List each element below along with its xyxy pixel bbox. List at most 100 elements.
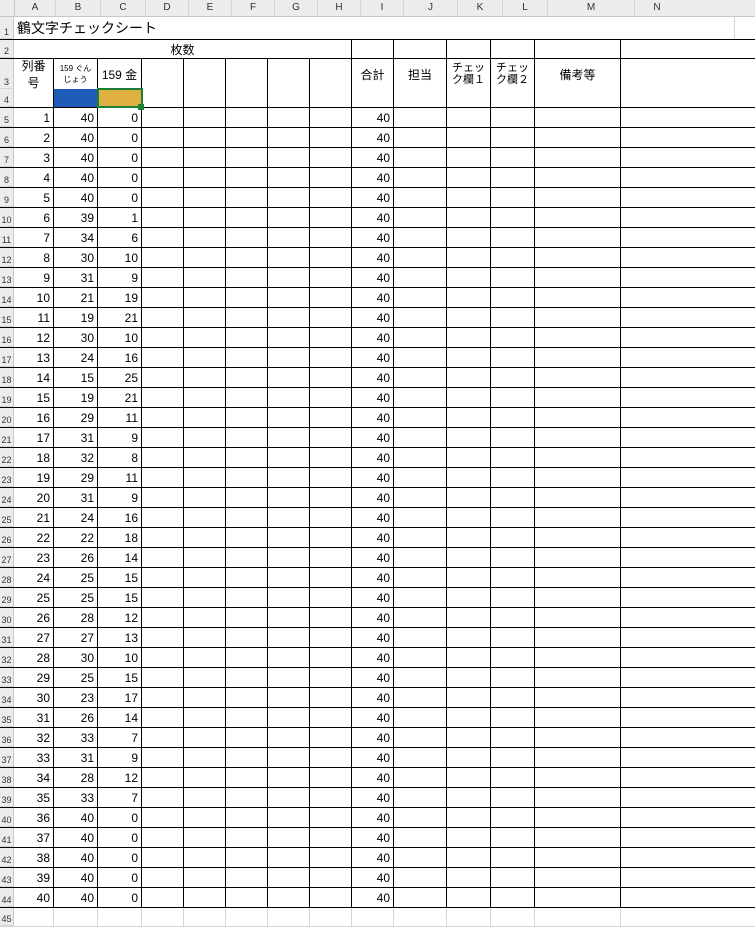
cell-tantou[interactable]	[394, 328, 447, 347]
header-chk2[interactable]: チェック欄２	[491, 59, 535, 89]
cell-chk1[interactable]	[447, 228, 491, 247]
cell-e[interactable]	[184, 588, 226, 607]
cell-bikou[interactable]	[535, 148, 621, 167]
cell-tantou[interactable]	[394, 768, 447, 787]
cell-g[interactable]	[268, 368, 310, 387]
cell-e[interactable]	[184, 528, 226, 547]
h4-E[interactable]	[184, 89, 226, 107]
cell-b[interactable]: 33	[54, 728, 98, 747]
cell-f[interactable]	[226, 708, 268, 727]
h4-H[interactable]	[310, 89, 352, 107]
cell-h[interactable]	[310, 208, 352, 227]
cell-tantou[interactable]	[394, 348, 447, 367]
cell-b[interactable]: 40	[54, 828, 98, 847]
cell-h[interactable]	[310, 648, 352, 667]
cell-chk2[interactable]	[491, 208, 535, 227]
cell-b[interactable]: 24	[54, 348, 98, 367]
cell-g[interactable]	[268, 628, 310, 647]
cell-n[interactable]: 10	[14, 288, 54, 307]
cell-g[interactable]	[268, 608, 310, 627]
cell-n-blank[interactable]	[621, 728, 665, 747]
cell-h[interactable]	[310, 868, 352, 887]
cell-sum[interactable]: 40	[352, 248, 394, 267]
cell-chk2[interactable]	[491, 488, 535, 507]
cell-n[interactable]: 15	[14, 388, 54, 407]
cell-c[interactable]: 0	[98, 128, 142, 147]
h4-I[interactable]	[352, 89, 394, 107]
cell-chk2[interactable]	[491, 368, 535, 387]
selection-handle[interactable]	[138, 104, 144, 110]
row-header-19[interactable]: 19	[0, 388, 14, 407]
cell-g[interactable]	[268, 208, 310, 227]
cell-chk1[interactable]	[447, 288, 491, 307]
cell-chk2[interactable]	[491, 868, 535, 887]
cell-g[interactable]	[268, 568, 310, 587]
cell-sum[interactable]: 40	[352, 508, 394, 527]
cell-f[interactable]	[226, 588, 268, 607]
cell-n[interactable]: 20	[14, 488, 54, 507]
cell-n[interactable]: 1	[14, 108, 54, 127]
cell-c[interactable]: 0	[98, 168, 142, 187]
cell-c[interactable]: 7	[98, 788, 142, 807]
row-header-3[interactable]: 3	[0, 59, 14, 89]
cell-bikou[interactable]	[535, 208, 621, 227]
col-header-G[interactable]: G	[275, 0, 318, 16]
cell-n[interactable]: 21	[14, 508, 54, 527]
cell-g[interactable]	[268, 448, 310, 467]
cell-d[interactable]	[142, 128, 184, 147]
cell-chk2[interactable]	[491, 688, 535, 707]
cell-chk2[interactable]	[491, 788, 535, 807]
cell-n-blank[interactable]	[621, 508, 665, 527]
cell-f[interactable]	[226, 828, 268, 847]
cell-d[interactable]	[142, 228, 184, 247]
cell-chk1[interactable]	[447, 268, 491, 287]
r45-J[interactable]	[394, 908, 447, 926]
cell-n-blank[interactable]	[621, 428, 665, 447]
cell-e[interactable]	[184, 428, 226, 447]
cell-e[interactable]	[184, 388, 226, 407]
cell-bikou[interactable]	[535, 868, 621, 887]
row-header-41[interactable]: 41	[0, 828, 14, 847]
cell-tantou[interactable]	[394, 468, 447, 487]
cell-n-blank[interactable]	[621, 768, 665, 787]
cell-b[interactable]: 15	[54, 368, 98, 387]
cell-h[interactable]	[310, 588, 352, 607]
row-header-35[interactable]: 35	[0, 708, 14, 727]
cell-f[interactable]	[226, 128, 268, 147]
r45-B[interactable]	[54, 908, 98, 926]
cell-sum[interactable]: 40	[352, 368, 394, 387]
cell-chk2[interactable]	[491, 728, 535, 747]
cell-c[interactable]: 0	[98, 148, 142, 167]
header-tantou[interactable]: 担当	[394, 59, 447, 89]
cell-sum[interactable]: 40	[352, 588, 394, 607]
row-header-22[interactable]: 22	[0, 448, 14, 467]
cell-tantou[interactable]	[394, 568, 447, 587]
cell-tantou[interactable]	[394, 268, 447, 287]
cell-b[interactable]: 27	[54, 628, 98, 647]
cell-tantou[interactable]	[394, 708, 447, 727]
cell-bikou[interactable]	[535, 728, 621, 747]
cell-b[interactable]: 30	[54, 648, 98, 667]
cell-tantou[interactable]	[394, 248, 447, 267]
cell-b[interactable]: 28	[54, 608, 98, 627]
cell-c[interactable]: 14	[98, 708, 142, 727]
cell-n[interactable]: 19	[14, 468, 54, 487]
cell-g[interactable]	[268, 348, 310, 367]
cell-bikou[interactable]	[535, 168, 621, 187]
cell-b[interactable]: 23	[54, 688, 98, 707]
cell-c[interactable]: 12	[98, 768, 142, 787]
col-header-F[interactable]: F	[232, 0, 275, 16]
cell-tantou[interactable]	[394, 588, 447, 607]
cell-h[interactable]	[310, 628, 352, 647]
cell-h[interactable]	[310, 488, 352, 507]
cell-sum[interactable]: 40	[352, 328, 394, 347]
cell-bikou[interactable]	[535, 708, 621, 727]
cell-e[interactable]	[184, 308, 226, 327]
cell-bikou[interactable]	[535, 568, 621, 587]
cell-c[interactable]: 25	[98, 368, 142, 387]
cell-e[interactable]	[184, 288, 226, 307]
cell-chk2[interactable]	[491, 768, 535, 787]
cell-n-blank[interactable]	[621, 368, 665, 387]
cell-d[interactable]	[142, 608, 184, 627]
cell-chk1[interactable]	[447, 448, 491, 467]
